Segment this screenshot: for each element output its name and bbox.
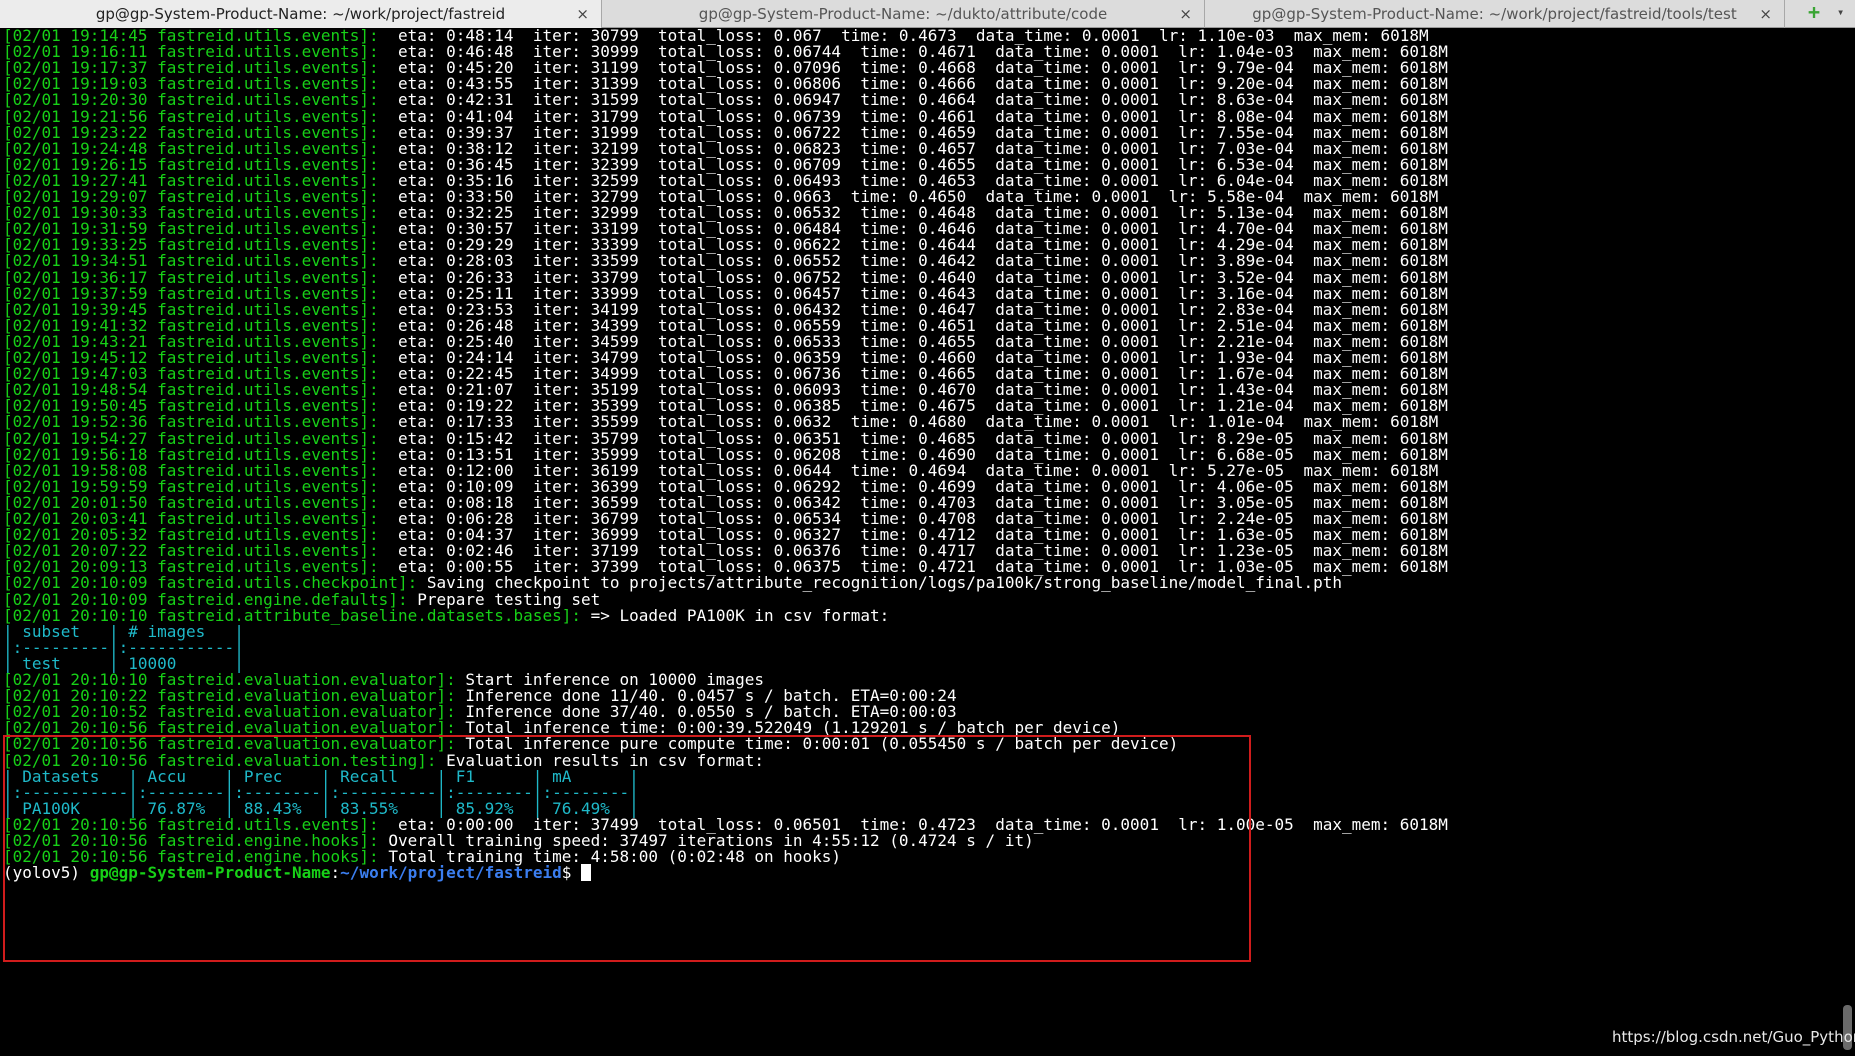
log-message: => Loaded PA100K in csv format: (580, 605, 890, 625)
tab-title: gp@gp-System-Product-Name: ~/work/projec… (95, 5, 506, 23)
new-tab-icon[interactable]: + (1808, 0, 1820, 24)
tab-fastreid[interactable]: gp@gp-System-Product-Name: ~/work/projec… (0, 0, 602, 28)
tab-title: gp@gp-System-Product-Name: ~/dukto/attri… (698, 5, 1108, 23)
tab-bar: gp@gp-System-Product-Name: ~/work/projec… (0, 0, 1855, 28)
tab-title: gp@gp-System-Product-Name: ~/work/projec… (1252, 5, 1737, 23)
scrollbar[interactable] (1841, 29, 1855, 1056)
watermark: https://blog.csdn.net/Guo_Python (1612, 1028, 1855, 1046)
close-icon[interactable]: × (576, 5, 589, 23)
tab-tools-test[interactable]: gp@gp-System-Product-Name: ~/work/projec… (1205, 0, 1785, 28)
tab-attribute-code[interactable]: gp@gp-System-Product-Name: ~/dukto/attri… (602, 0, 1205, 28)
highlight-box (3, 735, 1251, 962)
close-icon[interactable]: × (1179, 5, 1192, 23)
close-icon[interactable]: × (1759, 5, 1772, 23)
chevron-down-icon[interactable]: ▾ (1837, 5, 1844, 19)
